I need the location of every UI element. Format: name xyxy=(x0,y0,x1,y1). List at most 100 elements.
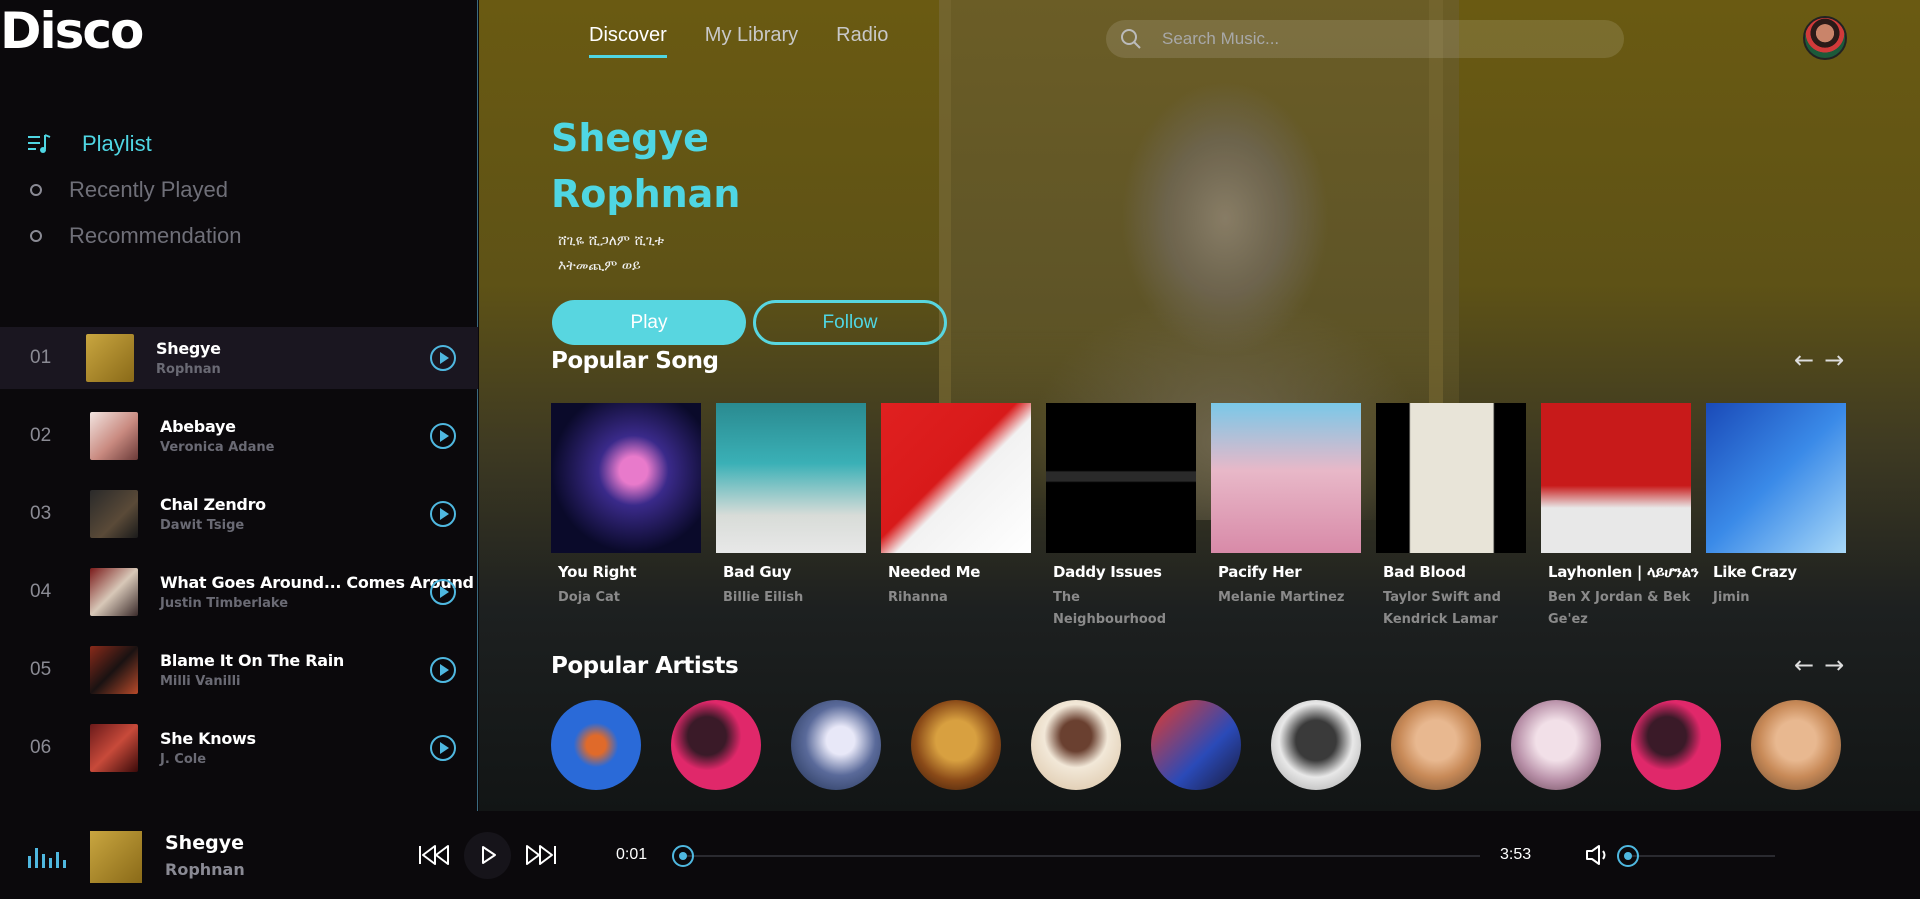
nav-recently-played-label: Recently Played xyxy=(69,177,228,202)
main-content: Discover My Library Radio Shegye Rophnan… xyxy=(479,0,1920,811)
now-playing-title: Shegye xyxy=(165,832,244,854)
arrow-right-icon[interactable]: → xyxy=(1824,346,1844,374)
current-time: 0:01 xyxy=(616,846,648,863)
total-duration: 3:53 xyxy=(1500,846,1532,863)
now-playing-artist: Rophnan xyxy=(165,860,245,879)
play-circle-icon[interactable] xyxy=(430,501,456,527)
playlist-track-6[interactable]: 06 She Knows J. Cole xyxy=(0,717,478,779)
arrow-left-icon[interactable]: ← xyxy=(1794,346,1814,374)
popular-song-heading: Popular Song xyxy=(551,348,719,374)
equalizer-icon xyxy=(28,848,66,868)
play-icon xyxy=(482,846,496,864)
top-tabs: Discover My Library Radio xyxy=(589,24,888,58)
song-cover xyxy=(1541,403,1691,553)
artist-avatar[interactable] xyxy=(551,700,641,790)
app-logo[interactable]: Disco xyxy=(0,2,144,60)
playlist-track-5[interactable]: 05 Blame It On The Rain Milli Vanilli xyxy=(0,639,478,701)
skip-back-icon[interactable] xyxy=(417,843,451,867)
song-card[interactable]: Pacify Her Melanie Martinez xyxy=(1211,403,1376,631)
progress-handle[interactable] xyxy=(672,845,694,867)
artist-avatar[interactable] xyxy=(1631,700,1721,790)
track-number: 03 xyxy=(30,503,52,524)
popular-song-list: You Right Doja Cat Bad Guy Billie Eilish… xyxy=(551,403,1871,631)
song-card[interactable]: Needed Me Rihanna xyxy=(881,403,1046,631)
song-title: Bad Blood xyxy=(1383,563,1466,581)
skip-forward-icon[interactable] xyxy=(524,843,558,867)
volume-handle[interactable] xyxy=(1617,845,1639,867)
artist-avatar[interactable] xyxy=(1271,700,1361,790)
nav-playlist-label: Playlist xyxy=(82,131,152,156)
follow-button[interactable]: Follow xyxy=(753,300,947,345)
bullet-icon xyxy=(30,184,42,196)
play-circle-icon[interactable] xyxy=(430,579,456,605)
artist-avatar[interactable] xyxy=(1151,700,1241,790)
song-title: You Right xyxy=(558,563,637,581)
sidebar: Disco Playlist Recently Played Recommend… xyxy=(0,0,478,811)
playlist-track-3[interactable]: 03 Chal Zendro Dawit Tsige xyxy=(0,483,478,545)
song-artist: Rihanna xyxy=(888,590,948,605)
artist-avatar[interactable] xyxy=(1751,700,1841,790)
track-artist: Veronica Adane xyxy=(160,440,275,455)
play-circle-icon[interactable] xyxy=(430,657,456,683)
track-cover xyxy=(90,412,138,460)
popular-artists-arrows: ← → xyxy=(1794,651,1844,679)
track-cover xyxy=(86,334,134,382)
song-artist: Jimin xyxy=(1713,590,1750,605)
artist-avatar[interactable] xyxy=(1511,700,1601,790)
arrow-left-icon[interactable]: ← xyxy=(1794,651,1814,679)
volume-track[interactable] xyxy=(1630,855,1775,857)
song-cover xyxy=(1706,403,1846,553)
song-cover xyxy=(716,403,866,553)
playlist-track-2[interactable]: 02 Abebaye Veronica Adane xyxy=(0,405,478,467)
progress-track[interactable] xyxy=(680,855,1480,857)
track-artist: J. Cole xyxy=(160,752,207,767)
tab-radio[interactable]: Radio xyxy=(836,24,888,58)
search-input[interactable] xyxy=(1162,29,1562,49)
song-card[interactable]: Like Crazy Jimin xyxy=(1706,403,1871,631)
search-bar xyxy=(1106,20,1624,58)
song-card[interactable]: Daddy Issues The Neighbourhood xyxy=(1046,403,1211,631)
artist-avatar[interactable] xyxy=(1391,700,1481,790)
arrow-right-icon[interactable]: → xyxy=(1824,651,1844,679)
song-card[interactable]: Bad Guy Billie Eilish xyxy=(716,403,881,631)
app-root: Disco Playlist Recently Played Recommend… xyxy=(0,0,1920,899)
song-title: Layhonlen | ላይሆንልን xyxy=(1548,563,1699,581)
song-card[interactable]: Layhonlen | ላይሆንልን Ben X Jordan & Bek Ge… xyxy=(1541,403,1706,631)
track-number: 04 xyxy=(30,581,52,602)
playlist-track-1[interactable]: 01 Shegye Rophnan xyxy=(0,327,478,389)
tab-discover[interactable]: Discover xyxy=(589,24,667,58)
play-circle-icon[interactable] xyxy=(430,735,456,761)
user-avatar[interactable] xyxy=(1803,16,1847,60)
tab-my-library[interactable]: My Library xyxy=(705,24,798,58)
volume-icon[interactable] xyxy=(1585,843,1611,867)
nav-recently-played[interactable]: Recently Played xyxy=(28,177,228,203)
play-circle-icon[interactable] xyxy=(430,423,456,449)
song-card[interactable]: You Right Doja Cat xyxy=(551,403,716,631)
now-playing-cover xyxy=(90,831,142,883)
nav-playlist[interactable]: Playlist xyxy=(28,131,152,157)
play-pause-button[interactable] xyxy=(464,832,511,879)
artist-avatar[interactable] xyxy=(671,700,761,790)
search-icon xyxy=(1121,29,1141,49)
track-cover xyxy=(90,646,138,694)
popular-artists-list xyxy=(551,700,1841,790)
song-title: Daddy Issues xyxy=(1053,563,1162,581)
track-artist: Justin Timberlake xyxy=(160,596,289,611)
song-artist: Melanie Martinez xyxy=(1218,590,1345,605)
artist-avatar[interactable] xyxy=(911,700,1001,790)
song-cover xyxy=(551,403,701,553)
song-title: Bad Guy xyxy=(723,563,792,581)
track-number: 01 xyxy=(30,347,52,368)
playlist-track-4[interactable]: 04 What Goes Around... Comes Around Just… xyxy=(0,561,478,623)
artist-avatar[interactable] xyxy=(1031,700,1121,790)
track-artist: Milli Vanilli xyxy=(160,674,241,689)
artist-avatar[interactable] xyxy=(791,700,881,790)
track-number: 06 xyxy=(30,737,52,758)
song-card[interactable]: Bad Blood Taylor Swift and Kendrick Lama… xyxy=(1376,403,1541,631)
hero-subtitle-line: እትመጪም ወይ xyxy=(558,258,641,274)
playlist-icon xyxy=(28,134,51,153)
nav-recommendation[interactable]: Recommendation xyxy=(28,223,241,249)
song-title: Pacify Her xyxy=(1218,563,1302,581)
play-circle-icon[interactable] xyxy=(430,345,456,371)
play-button[interactable]: Play xyxy=(552,300,746,345)
